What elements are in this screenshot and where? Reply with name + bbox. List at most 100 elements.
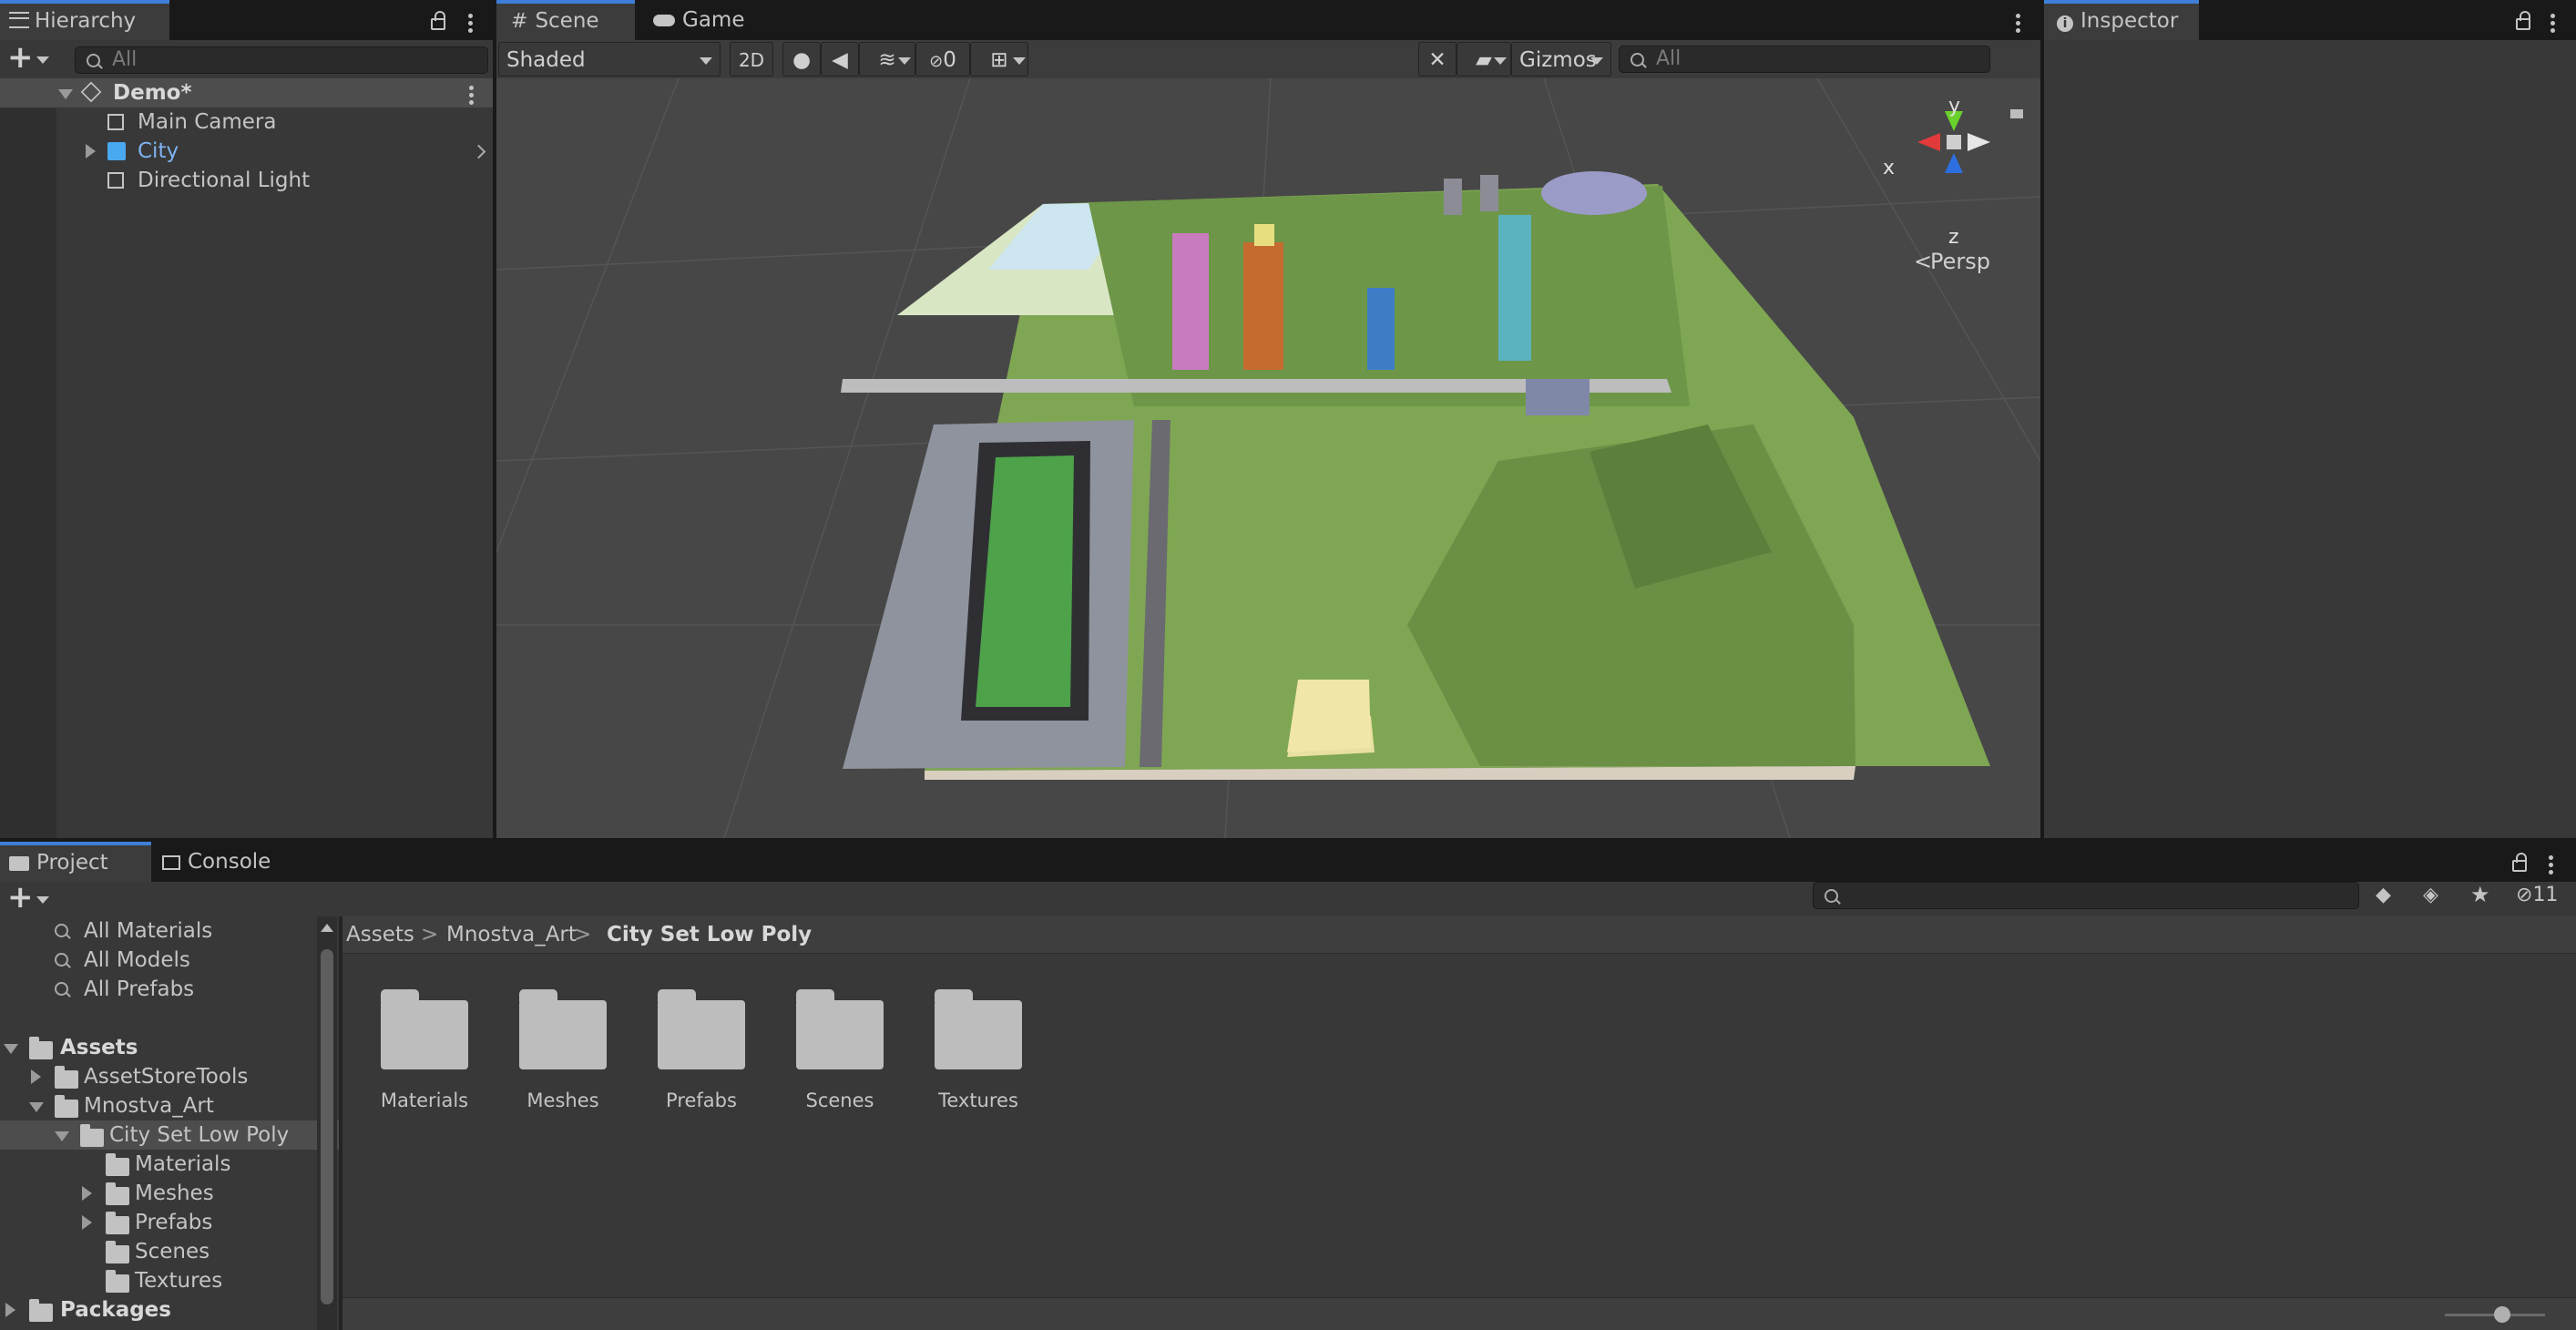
favorite-item[interactable]: All Models (0, 946, 339, 975)
folder-icon[interactable] (519, 989, 607, 1069)
tab-console[interactable]: Console (155, 842, 291, 882)
expand-arrow-icon[interactable] (86, 144, 96, 159)
tools-button[interactable]: ✕ (1418, 42, 1457, 77)
scene-lock-icon[interactable] (2010, 109, 2023, 118)
scene-viewport[interactable] (496, 78, 2040, 838)
tree-item-materials[interactable]: Materials (0, 1150, 339, 1179)
more-options-icon[interactable] (2014, 11, 2021, 36)
tree-item-assetstoretools[interactable]: AssetStoreTools (0, 1062, 339, 1091)
tree-item-city-set[interactable]: City Set Low Poly (0, 1120, 339, 1150)
create-dropdown-icon[interactable] (36, 896, 49, 904)
scene-row[interactable]: Demo* (0, 78, 493, 107)
expand-arrow-icon[interactable] (29, 1102, 44, 1112)
folder-icon[interactable] (935, 989, 1022, 1069)
hidden-packages-toggle[interactable]: ⊘11 (2516, 884, 2558, 906)
expand-arrow-icon[interactable] (58, 89, 73, 99)
zoom-slider-thumb[interactable] (2494, 1306, 2510, 1323)
orientation-gizmo[interactable] (1917, 111, 1990, 173)
tree-item-label: Mnostva_Art (84, 1094, 214, 1118)
folder-icon[interactable] (381, 989, 468, 1069)
grid-icon: ⊞ (990, 48, 1008, 72)
filter-by-label-icon[interactable]: ◈ (2423, 884, 2438, 906)
tree-item-label: AssetStoreTools (84, 1065, 249, 1089)
add-dropdown-icon[interactable] (36, 56, 49, 64)
gizmos-label: Gizmos (1519, 48, 1597, 72)
expand-arrow-icon[interactable] (82, 1215, 92, 1230)
effects-toggle-button[interactable]: ≋ (859, 42, 915, 77)
tab-scene[interactable]: # Scene (496, 0, 635, 40)
tree-item-textures[interactable]: Textures (0, 1266, 339, 1295)
gizmos-dropdown[interactable]: Gizmos (1511, 42, 1611, 77)
hierarchy-search-input[interactable]: All (75, 46, 488, 74)
gizmo-z-label: z (1948, 226, 1959, 249)
tree-item-label: Assets (60, 1036, 138, 1059)
chevron-right-icon[interactable] (471, 144, 486, 159)
add-button[interactable]: + (7, 42, 34, 73)
expand-arrow-icon[interactable] (82, 1186, 92, 1201)
more-options-icon[interactable] (2549, 11, 2556, 36)
folder-icon (29, 1299, 53, 1322)
tab-game[interactable]: Game (642, 0, 751, 40)
hierarchy-item[interactable]: City (0, 137, 493, 166)
lighting-toggle-button[interactable]: ● (782, 42, 821, 77)
breadcrumb-item[interactable]: Mnostva_Art (446, 916, 577, 953)
favorite-item-label: All Models (84, 948, 190, 972)
toggle-2d-button[interactable]: 2D (730, 42, 773, 77)
favorite-star-icon[interactable]: ★ (2470, 882, 2490, 907)
tree-item-assets[interactable]: Assets (0, 1033, 339, 1062)
tab-project[interactable]: Project (0, 842, 151, 882)
tab-inspector[interactable]: i Inspector (2044, 0, 2199, 40)
chevron-down-icon (898, 57, 911, 65)
audio-toggle-button[interactable]: ◀ (821, 42, 859, 77)
folder-icon[interactable] (658, 989, 745, 1069)
more-options-icon[interactable] (2547, 853, 2554, 877)
camera-icon: ▰ (1476, 48, 1492, 72)
hierarchy-item[interactable]: Directional Light (0, 166, 493, 195)
grid-toggle-button[interactable]: ⊞ (970, 42, 1028, 77)
expand-arrow-icon[interactable] (31, 1069, 41, 1084)
tree-scrollbar[interactable] (317, 916, 337, 1330)
scrollbar-thumb[interactable] (321, 949, 333, 1304)
tree-item-prefabs[interactable]: Prefabs (0, 1208, 339, 1237)
folder-label: Textures (938, 1090, 1018, 1111)
scene-search-input[interactable]: All (1619, 46, 1990, 73)
tree-item-packages[interactable]: Packages (0, 1295, 339, 1325)
expand-arrow-icon[interactable] (5, 1303, 15, 1317)
lock-icon[interactable] (431, 11, 445, 30)
project-search-input[interactable] (1813, 882, 2359, 909)
scroll-up-arrow[interactable] (321, 924, 333, 932)
scene-tabbar: # Scene Game (496, 0, 2040, 40)
tab-game-label: Game (682, 8, 745, 32)
grid-hash-icon: # (511, 10, 528, 33)
filter-by-type-icon[interactable]: ◆ (2376, 884, 2391, 906)
hierarchy-item[interactable]: Main Camera (0, 107, 493, 137)
tree-item-scenes[interactable]: Scenes (0, 1237, 339, 1266)
more-options-icon[interactable] (466, 11, 474, 36)
splitter[interactable] (339, 916, 342, 1330)
list-icon (9, 11, 29, 28)
folder-icon[interactable] (796, 989, 884, 1069)
chevron-right-icon: > (421, 923, 439, 946)
projection-label[interactable]: Persp (1930, 249, 1990, 274)
tab-hierarchy[interactable]: Hierarchy (0, 0, 169, 40)
camera-button[interactable]: ▰ (1457, 42, 1511, 77)
expand-arrow-icon[interactable] (4, 1044, 18, 1054)
shading-mode-dropdown[interactable]: Shaded (498, 42, 721, 77)
folder-open-icon (55, 1095, 78, 1118)
search-icon (87, 54, 100, 67)
chevron-down-icon (1013, 57, 1026, 65)
tree-item-mnostva-art[interactable]: Mnostva_Art (0, 1091, 339, 1120)
lock-icon[interactable] (2516, 11, 2530, 30)
lock-icon[interactable] (2512, 853, 2527, 872)
chevron-down-icon (700, 57, 712, 65)
scene-options-icon[interactable] (467, 83, 475, 107)
expand-arrow-icon[interactable] (55, 1131, 69, 1141)
favorite-item[interactable]: All Prefabs (0, 975, 339, 1004)
breadcrumb-item[interactable]: City Set Low Poly (607, 916, 812, 953)
create-button[interactable]: + (7, 882, 34, 913)
favorite-item[interactable]: All Materials (0, 916, 339, 946)
console-icon (162, 854, 180, 870)
tree-item-meshes[interactable]: Meshes (0, 1179, 339, 1208)
breadcrumb-item[interactable]: Assets (346, 916, 414, 953)
scene-visibility-button[interactable]: ⊘0 (915, 42, 970, 77)
